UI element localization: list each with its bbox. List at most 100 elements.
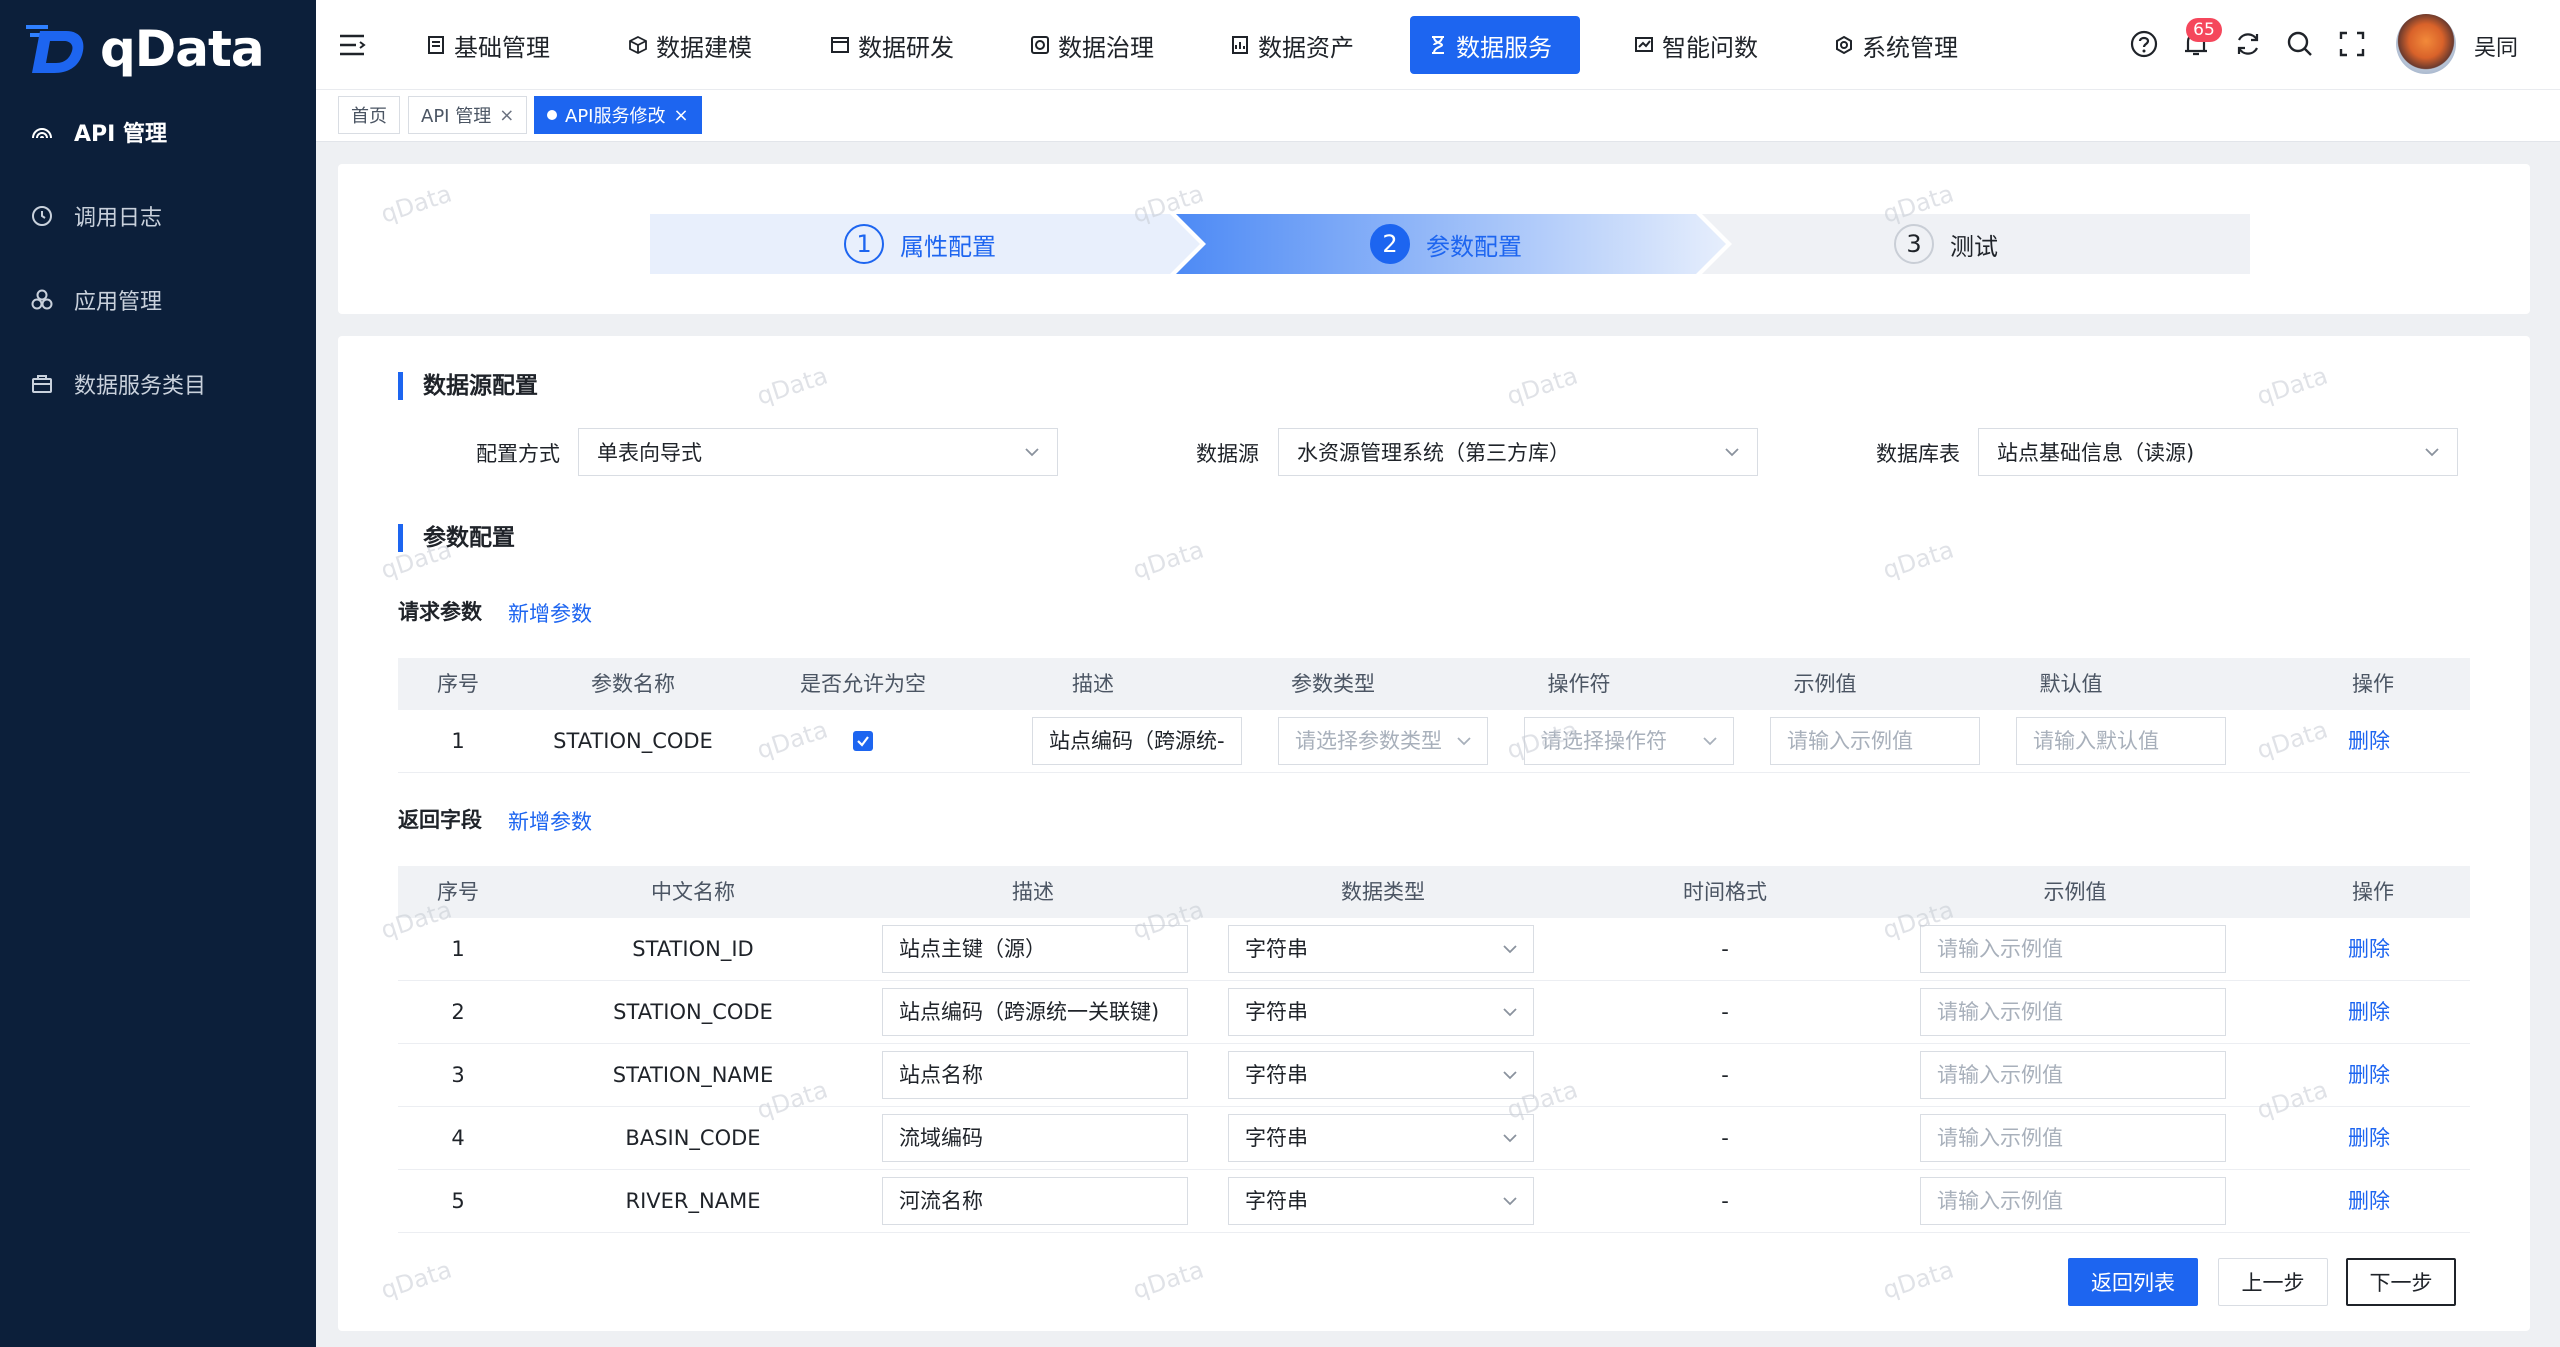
chevron-down-icon — [1703, 737, 1717, 746]
governance-icon — [1031, 36, 1049, 54]
sidebar-item-label: 数据服务类目 — [74, 374, 207, 399]
sidebar-item-call-log[interactable]: 调用日志 — [0, 181, 316, 251]
description-input[interactable]: 流域编码 — [882, 1114, 1188, 1162]
apps-icon — [31, 289, 53, 310]
data-type-select[interactable]: 字符串 — [1228, 1051, 1534, 1099]
category-icon — [32, 375, 52, 393]
chart-icon — [1635, 37, 1653, 52]
logo-icon — [26, 25, 84, 73]
data-type-select[interactable]: 字符串 — [1228, 925, 1534, 973]
request-table-header: 序号 参数名称 是否允许为空 描述 参数类型 操作符 示例值 默认值 操作 — [398, 658, 2470, 710]
nav-data-service[interactable]: 数据服务 — [1410, 16, 1580, 74]
data-type-select[interactable]: 字符串 — [1228, 1114, 1534, 1162]
close-icon[interactable]: × — [673, 105, 688, 126]
db-table-select[interactable]: 站点基础信息（读源) — [1978, 428, 2458, 476]
chevron-down-icon — [1457, 737, 1471, 746]
nav-data-modeling[interactable]: 数据建模 — [610, 16, 770, 74]
delete-link[interactable]: 删除 — [2348, 981, 2390, 1044]
description-input[interactable]: 站点编码（跨源统- — [1032, 717, 1242, 765]
watermark: qData — [1129, 535, 1208, 585]
example-input[interactable]: 请输入示例值 — [1920, 1177, 2226, 1225]
example-input[interactable]: 请输入示例值 — [1920, 925, 2226, 973]
active-dot-icon — [547, 110, 557, 120]
data-type-select[interactable]: 字符串 — [1228, 1177, 1534, 1225]
example-input[interactable]: 请输入示例值 — [1920, 1051, 2226, 1099]
table-row: 4 BASIN_CODE 流域编码 字符串 - 请输入示例值 删除 — [398, 1107, 2470, 1170]
tab-api-management[interactable]: API 管理 × — [408, 96, 528, 134]
search-icon[interactable] — [2284, 28, 2316, 60]
delete-link[interactable]: 删除 — [2348, 1170, 2390, 1233]
logo[interactable]: qData — [26, 18, 265, 80]
nav-smart-query[interactable]: 智能问数 — [1616, 16, 1776, 74]
avatar[interactable] — [2396, 14, 2456, 74]
add-request-param-link[interactable]: 新增参数 — [508, 598, 592, 628]
menu-toggle-icon[interactable] — [338, 33, 366, 57]
request-params-label: 请求参数 — [398, 600, 482, 624]
watermark: qData — [377, 179, 456, 229]
back-to-list-button[interactable]: 返回列表 — [2068, 1258, 2198, 1306]
username[interactable]: 吴同 — [2474, 30, 2518, 62]
chevron-down-icon — [2425, 448, 2439, 457]
chevron-down-icon — [1503, 945, 1517, 954]
main-card: 数据源配置 配置方式 单表向导式 数据源 水资源管理系统（第三方库） 数据库表 … — [338, 336, 2530, 1331]
example-input[interactable]: 请输入示例值 — [1920, 988, 2226, 1036]
description-input[interactable]: 河流名称 — [882, 1177, 1188, 1225]
sidebar-item-service-category[interactable]: 数据服务类目 — [0, 349, 316, 419]
config-method-label: 配置方式 — [476, 442, 560, 466]
return-fields-label: 返回字段 — [398, 808, 482, 832]
fullscreen-icon[interactable] — [2336, 28, 2368, 60]
tab-home[interactable]: 首页 — [338, 96, 400, 134]
config-method-select[interactable]: 单表向导式 — [578, 428, 1058, 476]
param-type-select[interactable]: 请选择参数类型 — [1278, 717, 1488, 765]
watermark: qData — [1879, 1255, 1958, 1305]
previous-step-button[interactable]: 上一步 — [2218, 1258, 2328, 1306]
delete-link[interactable]: 删除 — [2348, 1044, 2390, 1107]
nav-system-management[interactable]: 系统管理 — [1816, 16, 1976, 74]
delete-link[interactable]: 删除 — [2348, 1107, 2390, 1170]
example-input[interactable]: 请输入示例值 — [1770, 717, 1980, 765]
delete-link[interactable]: 删除 — [2348, 918, 2390, 981]
operator-select[interactable]: 请选择操作符 — [1524, 717, 1734, 765]
example-input[interactable]: 请输入示例值 — [1920, 1114, 2226, 1162]
check-icon — [857, 736, 869, 747]
close-icon[interactable]: × — [499, 105, 514, 126]
hourglass-icon — [1432, 36, 1444, 54]
sidebar-item-app-management[interactable]: 应用管理 — [0, 265, 316, 335]
watermark: qData — [2253, 361, 2332, 411]
help-icon[interactable] — [2128, 28, 2160, 60]
delete-link[interactable]: 删除 — [2348, 710, 2390, 773]
watermark: qData — [753, 361, 832, 411]
watermark: qData — [1129, 1255, 1208, 1305]
description-input[interactable]: 站点名称 — [882, 1051, 1188, 1099]
param-section-title: 参数配置 — [398, 524, 515, 552]
db-table-label: 数据库表 — [1876, 442, 1960, 466]
nav-basic-management[interactable]: 基础管理 — [408, 16, 568, 74]
top-header: 基础管理 数据建模 数据研发 数据治理 数据资产 数据服务 智能问数 系统管理 … — [316, 0, 2560, 90]
log-icon — [32, 206, 52, 226]
refresh-icon[interactable] — [2232, 28, 2264, 60]
description-input[interactable]: 站点编码（跨源统一关联键) — [882, 988, 1188, 1036]
description-input[interactable]: 站点主键（源） — [882, 925, 1188, 973]
sidebar-item-label: 应用管理 — [74, 290, 163, 315]
step-3: 3 测试 — [1894, 214, 1998, 274]
tab-api-service-edit[interactable]: API服务修改 × — [534, 96, 702, 134]
sidebar-item-api-management[interactable]: API 管理 — [0, 97, 316, 167]
nav-data-development[interactable]: 数据研发 — [812, 16, 972, 74]
window-icon — [831, 37, 849, 53]
default-input[interactable]: 请输入默认值 — [2016, 717, 2226, 765]
cube-icon — [629, 35, 647, 55]
nullable-checkbox[interactable] — [853, 731, 873, 751]
next-step-button[interactable]: 下一步 — [2346, 1258, 2456, 1306]
data-type-select[interactable]: 字符串 — [1228, 988, 1534, 1036]
step-2: 2 参数配置 — [1370, 214, 1522, 274]
datasource-select[interactable]: 水资源管理系统（第三方库） — [1278, 428, 1758, 476]
tab-bar: 首页 API 管理 × API服务修改 × — [316, 90, 2560, 142]
notification-badge: 65 — [2186, 18, 2222, 42]
watermark: qData — [377, 1255, 456, 1305]
chevron-down-icon — [1503, 1197, 1517, 1206]
nav-data-assets[interactable]: 数据资产 — [1212, 16, 1372, 74]
datasource-section-title: 数据源配置 — [398, 372, 538, 400]
nav-data-governance[interactable]: 数据治理 — [1012, 16, 1172, 74]
add-return-field-link[interactable]: 新增参数 — [508, 806, 592, 836]
app-root: qData API 管理 调用日志 应用管理 数据服务类目 基础管理 数据建模 … — [0, 0, 2560, 1347]
